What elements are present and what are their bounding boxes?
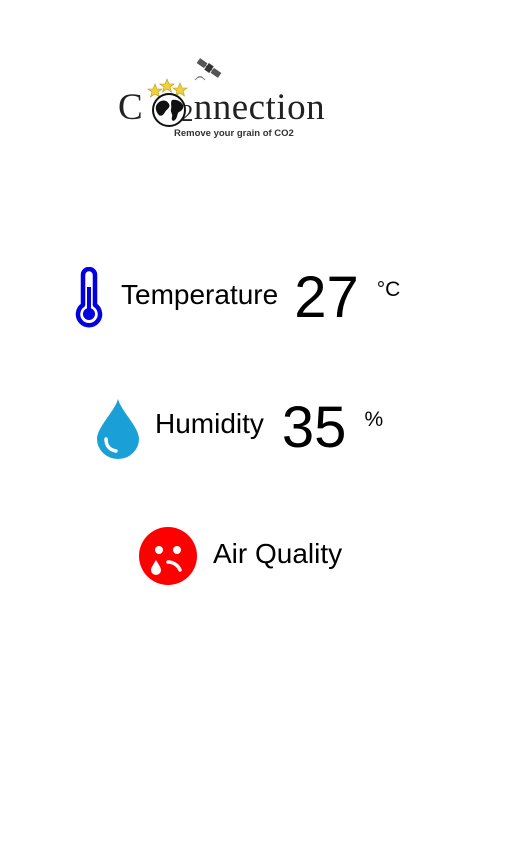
temperature-value: 27 xyxy=(294,265,359,330)
air-quality-row: Air Quality xyxy=(138,525,342,587)
temperature-label: Temperature xyxy=(121,279,279,310)
logo-tagline: Remove your grain of CO2 xyxy=(174,128,294,139)
logo-letter-c: C xyxy=(118,87,144,128)
satellite-icon xyxy=(194,54,224,82)
temperature-row: Temperature 27 °C xyxy=(72,266,400,330)
temperature-unit: °C xyxy=(376,278,401,301)
humidity-row: Humidity 35 % xyxy=(95,396,383,460)
globe-icon xyxy=(145,76,195,128)
thermometer-icon xyxy=(72,267,106,329)
humidity-unit: % xyxy=(364,408,384,431)
humidity-label: Humidity xyxy=(155,408,264,439)
water-drop-icon xyxy=(95,397,141,459)
app-logo: C 2nnection Remove your grain of CO2 xyxy=(110,52,370,144)
humidity-value: 35 xyxy=(281,395,347,460)
logo-word-rest: nnection xyxy=(193,87,326,128)
sad-face-icon xyxy=(138,526,198,586)
air-quality-label: Air Quality xyxy=(213,538,343,569)
